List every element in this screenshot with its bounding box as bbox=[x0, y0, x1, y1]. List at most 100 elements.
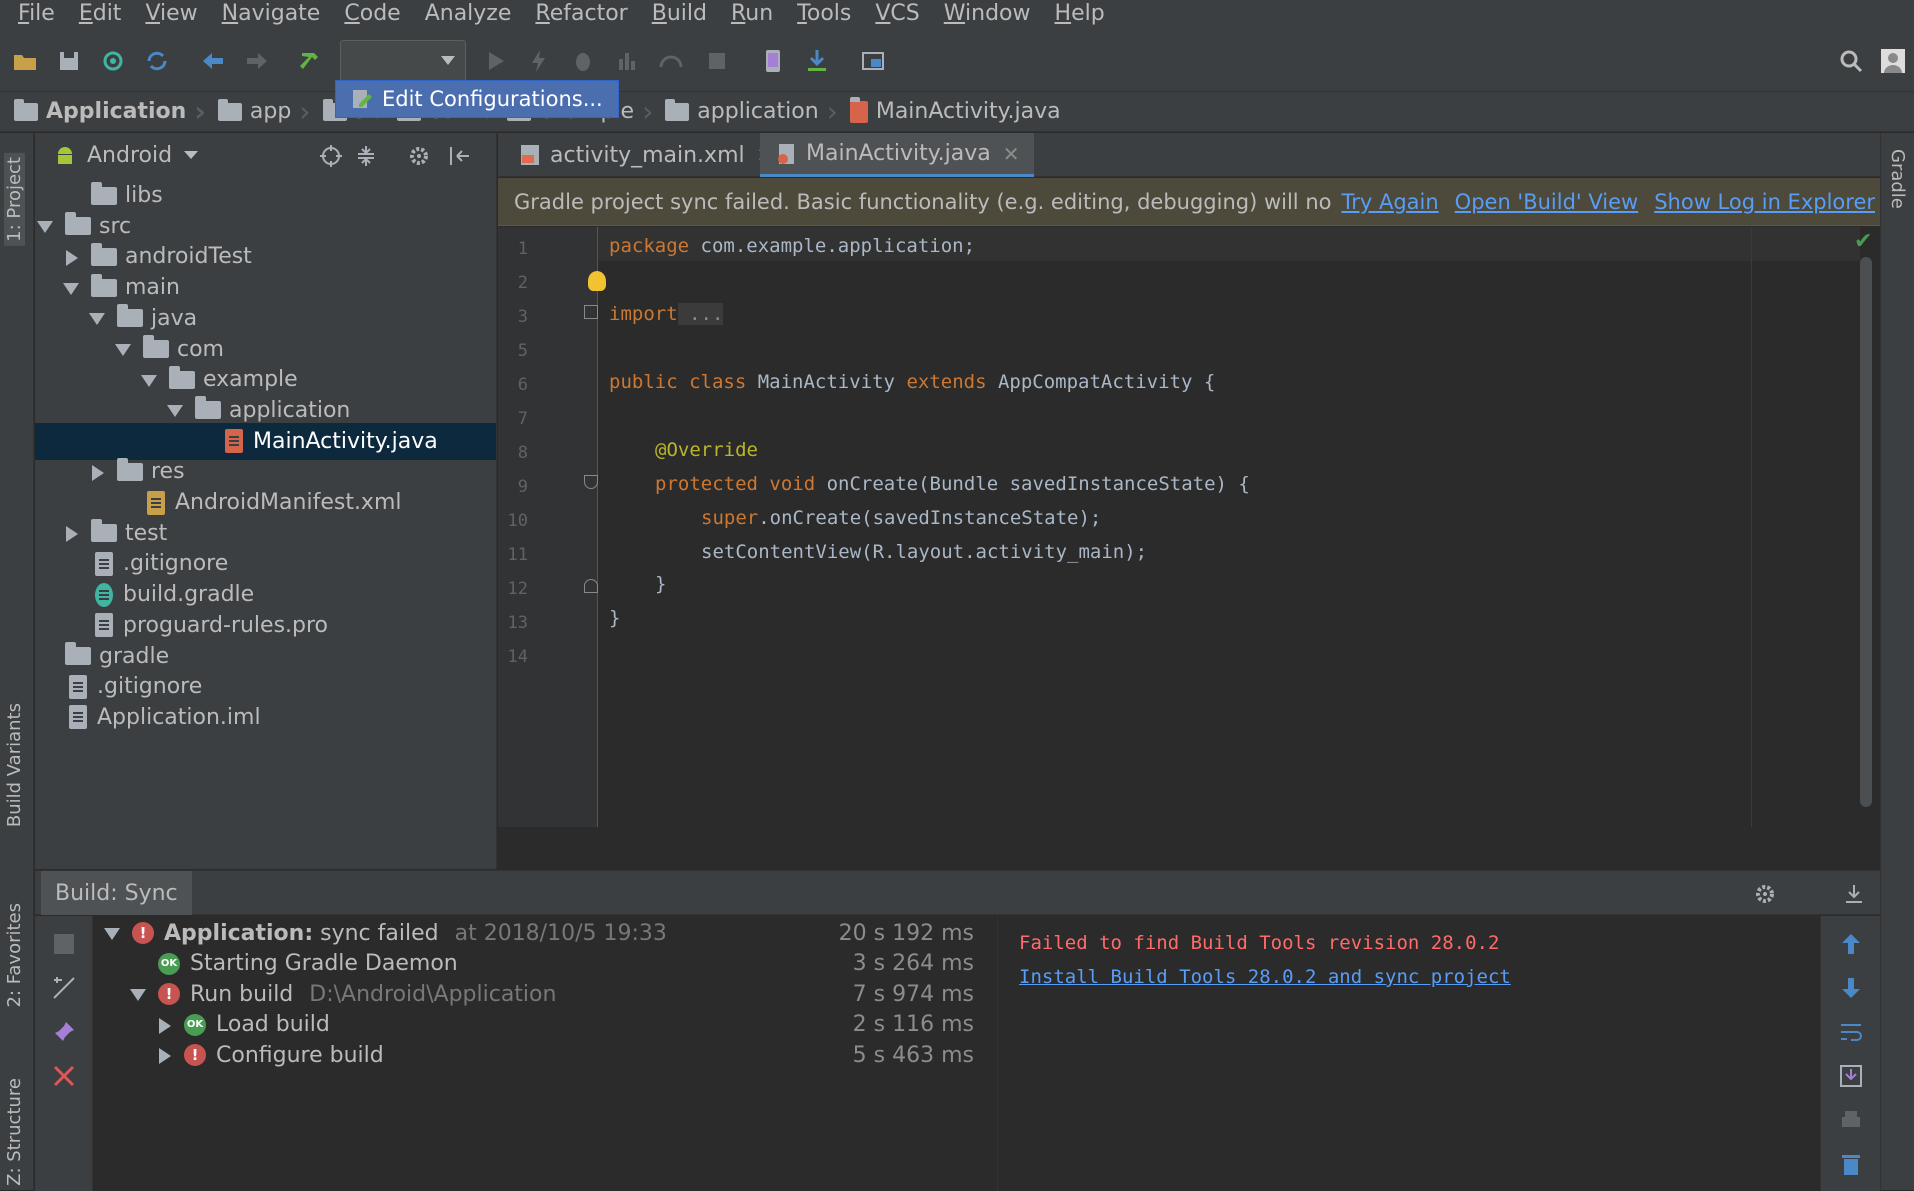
arrow-up-icon[interactable] bbox=[1835, 928, 1867, 960]
open-build-view-link[interactable]: Open 'Build' View bbox=[1455, 190, 1639, 214]
menu-file[interactable]: File bbox=[6, 0, 67, 28]
tree-item[interactable]: Application.iml bbox=[35, 699, 496, 736]
soft-wrap-icon[interactable] bbox=[1835, 1016, 1867, 1048]
fold-end-icon[interactable] bbox=[584, 579, 598, 593]
menu-view[interactable]: View bbox=[133, 0, 209, 28]
menu-vcs[interactable]: VCS bbox=[863, 0, 931, 28]
refresh-icon[interactable] bbox=[140, 44, 174, 78]
editor-scrollbar[interactable] bbox=[1860, 257, 1872, 807]
code-editor[interactable]: 1 2 3 5 6 7 8 9 10 11 12 13 14 package c… bbox=[498, 227, 1880, 827]
chevron-down-icon[interactable] bbox=[141, 372, 157, 388]
try-again-link[interactable]: Try Again bbox=[1341, 190, 1438, 214]
close-icon[interactable]: ✕ bbox=[1003, 142, 1020, 166]
build-tree-item[interactable]: OK Starting Gradle Daemon 3 s 264 ms bbox=[94, 949, 998, 979]
chevron-down-icon[interactable] bbox=[167, 402, 183, 418]
chevron-right-icon[interactable] bbox=[63, 249, 79, 266]
build-duration: 3 s 264 ms bbox=[852, 951, 974, 976]
menu-build[interactable]: Build bbox=[640, 0, 719, 28]
menu-edit[interactable]: Edit bbox=[67, 0, 134, 28]
pin-icon[interactable] bbox=[48, 1016, 80, 1048]
user-avatar-icon[interactable] bbox=[1876, 44, 1910, 78]
avd-manager-icon[interactable] bbox=[756, 44, 790, 78]
edit-configurations-menu-item[interactable]: Edit Configurations... bbox=[335, 80, 619, 118]
run-icon[interactable] bbox=[478, 44, 512, 78]
error-status-icon: ! bbox=[158, 983, 180, 1005]
project-structure-icon[interactable] bbox=[856, 44, 890, 78]
chevron-down-icon[interactable] bbox=[89, 310, 105, 326]
build-variants-tool-tab[interactable]: Build Variants bbox=[4, 703, 25, 827]
chevron-down-icon[interactable] bbox=[37, 218, 53, 234]
fold-collapse-icon[interactable] bbox=[584, 475, 598, 489]
menu-run[interactable]: Run bbox=[719, 0, 785, 28]
lightbulb-icon[interactable] bbox=[588, 271, 606, 291]
menu-tools[interactable]: Tools bbox=[785, 0, 863, 28]
menu-analyze[interactable]: Analyze bbox=[413, 0, 524, 28]
breadcrumb-item[interactable]: Application › bbox=[14, 97, 218, 125]
open-folder-icon[interactable] bbox=[8, 44, 42, 78]
sdk-manager-icon[interactable] bbox=[800, 44, 834, 78]
chevron-down-icon[interactable] bbox=[184, 151, 199, 159]
chevron-right-icon[interactable] bbox=[89, 464, 105, 481]
gear-icon[interactable] bbox=[1753, 881, 1779, 907]
build-tree-item[interactable]: OK Load build 2 s 116 ms bbox=[94, 1010, 998, 1040]
close-icon[interactable] bbox=[48, 1060, 80, 1092]
debug-icon[interactable] bbox=[566, 44, 600, 78]
breadcrumb-item[interactable]: MainActivity.java bbox=[849, 96, 1067, 124]
hide-panel-icon[interactable] bbox=[447, 143, 473, 169]
code-line: super.onCreate(savedInstanceState); bbox=[701, 507, 1102, 529]
back-arrow-icon[interactable] bbox=[196, 44, 230, 78]
fold-expand-icon[interactable] bbox=[584, 305, 598, 319]
build-tree-item[interactable]: ! Application: sync failed at 2018/10/5 19… bbox=[94, 918, 998, 948]
menu-refactor[interactable]: Refactor bbox=[523, 0, 639, 28]
menu-code[interactable]: Code bbox=[332, 0, 412, 28]
chevron-right-icon[interactable] bbox=[63, 525, 79, 543]
build-tree-item[interactable]: ! Run build D:\Android\Application 7 s 974 … bbox=[94, 979, 998, 1009]
line-number: 9 bbox=[517, 477, 528, 497]
chevron-right-icon[interactable] bbox=[156, 1017, 172, 1034]
trash-icon[interactable] bbox=[1835, 1148, 1867, 1180]
filter-icon[interactable] bbox=[48, 972, 80, 1004]
menu-window[interactable]: Window bbox=[932, 0, 1043, 28]
profile-icon[interactable] bbox=[610, 44, 644, 78]
show-log-link[interactable]: Show Log in Explorer bbox=[1654, 190, 1875, 214]
save-icon[interactable] bbox=[52, 44, 86, 78]
breadcrumb-item[interactable]: app › bbox=[217, 97, 323, 125]
tab-build-sync[interactable]: Build: Sync bbox=[41, 871, 192, 915]
minimize-icon[interactable] bbox=[1841, 881, 1867, 907]
arrow-down-icon[interactable] bbox=[1835, 972, 1867, 1004]
structure-tool-tab[interactable]: Z: Structure bbox=[4, 1078, 25, 1186]
stop-icon[interactable] bbox=[700, 44, 734, 78]
folder-icon bbox=[91, 242, 117, 266]
hammer-icon[interactable] bbox=[294, 44, 328, 78]
build-tree-item[interactable]: ! Configure build 5 s 463 ms bbox=[94, 1040, 998, 1070]
chevron-right-icon[interactable] bbox=[156, 1047, 172, 1064]
project-tool-tab[interactable]: 1: Project bbox=[4, 153, 25, 246]
stop-icon[interactable] bbox=[48, 928, 80, 960]
forward-arrow-icon[interactable] bbox=[240, 44, 274, 78]
sync-icon[interactable] bbox=[96, 44, 130, 78]
build-output-console[interactable]: Failed to find Build Tools revision 28.0… bbox=[999, 916, 1819, 1191]
install-build-tools-link[interactable]: Install Build Tools 28.0.2 and sync proj… bbox=[1019, 960, 1819, 994]
favorites-tool-tab[interactable]: 2: Favorites bbox=[4, 903, 25, 1008]
scroll-to-end-icon[interactable] bbox=[1835, 1060, 1867, 1092]
chevron-down-icon[interactable] bbox=[63, 280, 79, 296]
chevron-down-icon[interactable] bbox=[130, 986, 146, 1002]
collapse-all-icon[interactable] bbox=[353, 143, 379, 169]
tab-mainactivity-java[interactable]: MainActivity.java ✕ bbox=[760, 133, 1034, 177]
print-icon[interactable] bbox=[1835, 1104, 1867, 1136]
run-config-select[interactable] bbox=[340, 40, 466, 82]
menu-help[interactable]: Help bbox=[1043, 0, 1117, 28]
search-icon[interactable] bbox=[1834, 44, 1868, 78]
tab-activity-main-xml[interactable]: activity_main.xml ✕ bbox=[504, 133, 787, 177]
apply-changes-icon[interactable] bbox=[522, 44, 556, 78]
project-view-select[interactable]: Android bbox=[87, 143, 172, 168]
build-panel: Build: Sync ! Application: sync failed at … bbox=[35, 870, 1880, 1191]
breadcrumb-item[interactable]: application › bbox=[665, 97, 850, 125]
attach-debugger-icon[interactable] bbox=[654, 44, 688, 78]
chevron-down-icon[interactable] bbox=[115, 341, 131, 357]
chevron-down-icon[interactable] bbox=[104, 925, 120, 941]
gradle-tool-tab[interactable]: Gradle bbox=[1887, 149, 1908, 209]
menu-navigate[interactable]: Navigate bbox=[210, 0, 333, 28]
gear-icon[interactable] bbox=[407, 143, 433, 169]
locate-icon[interactable] bbox=[318, 143, 344, 169]
